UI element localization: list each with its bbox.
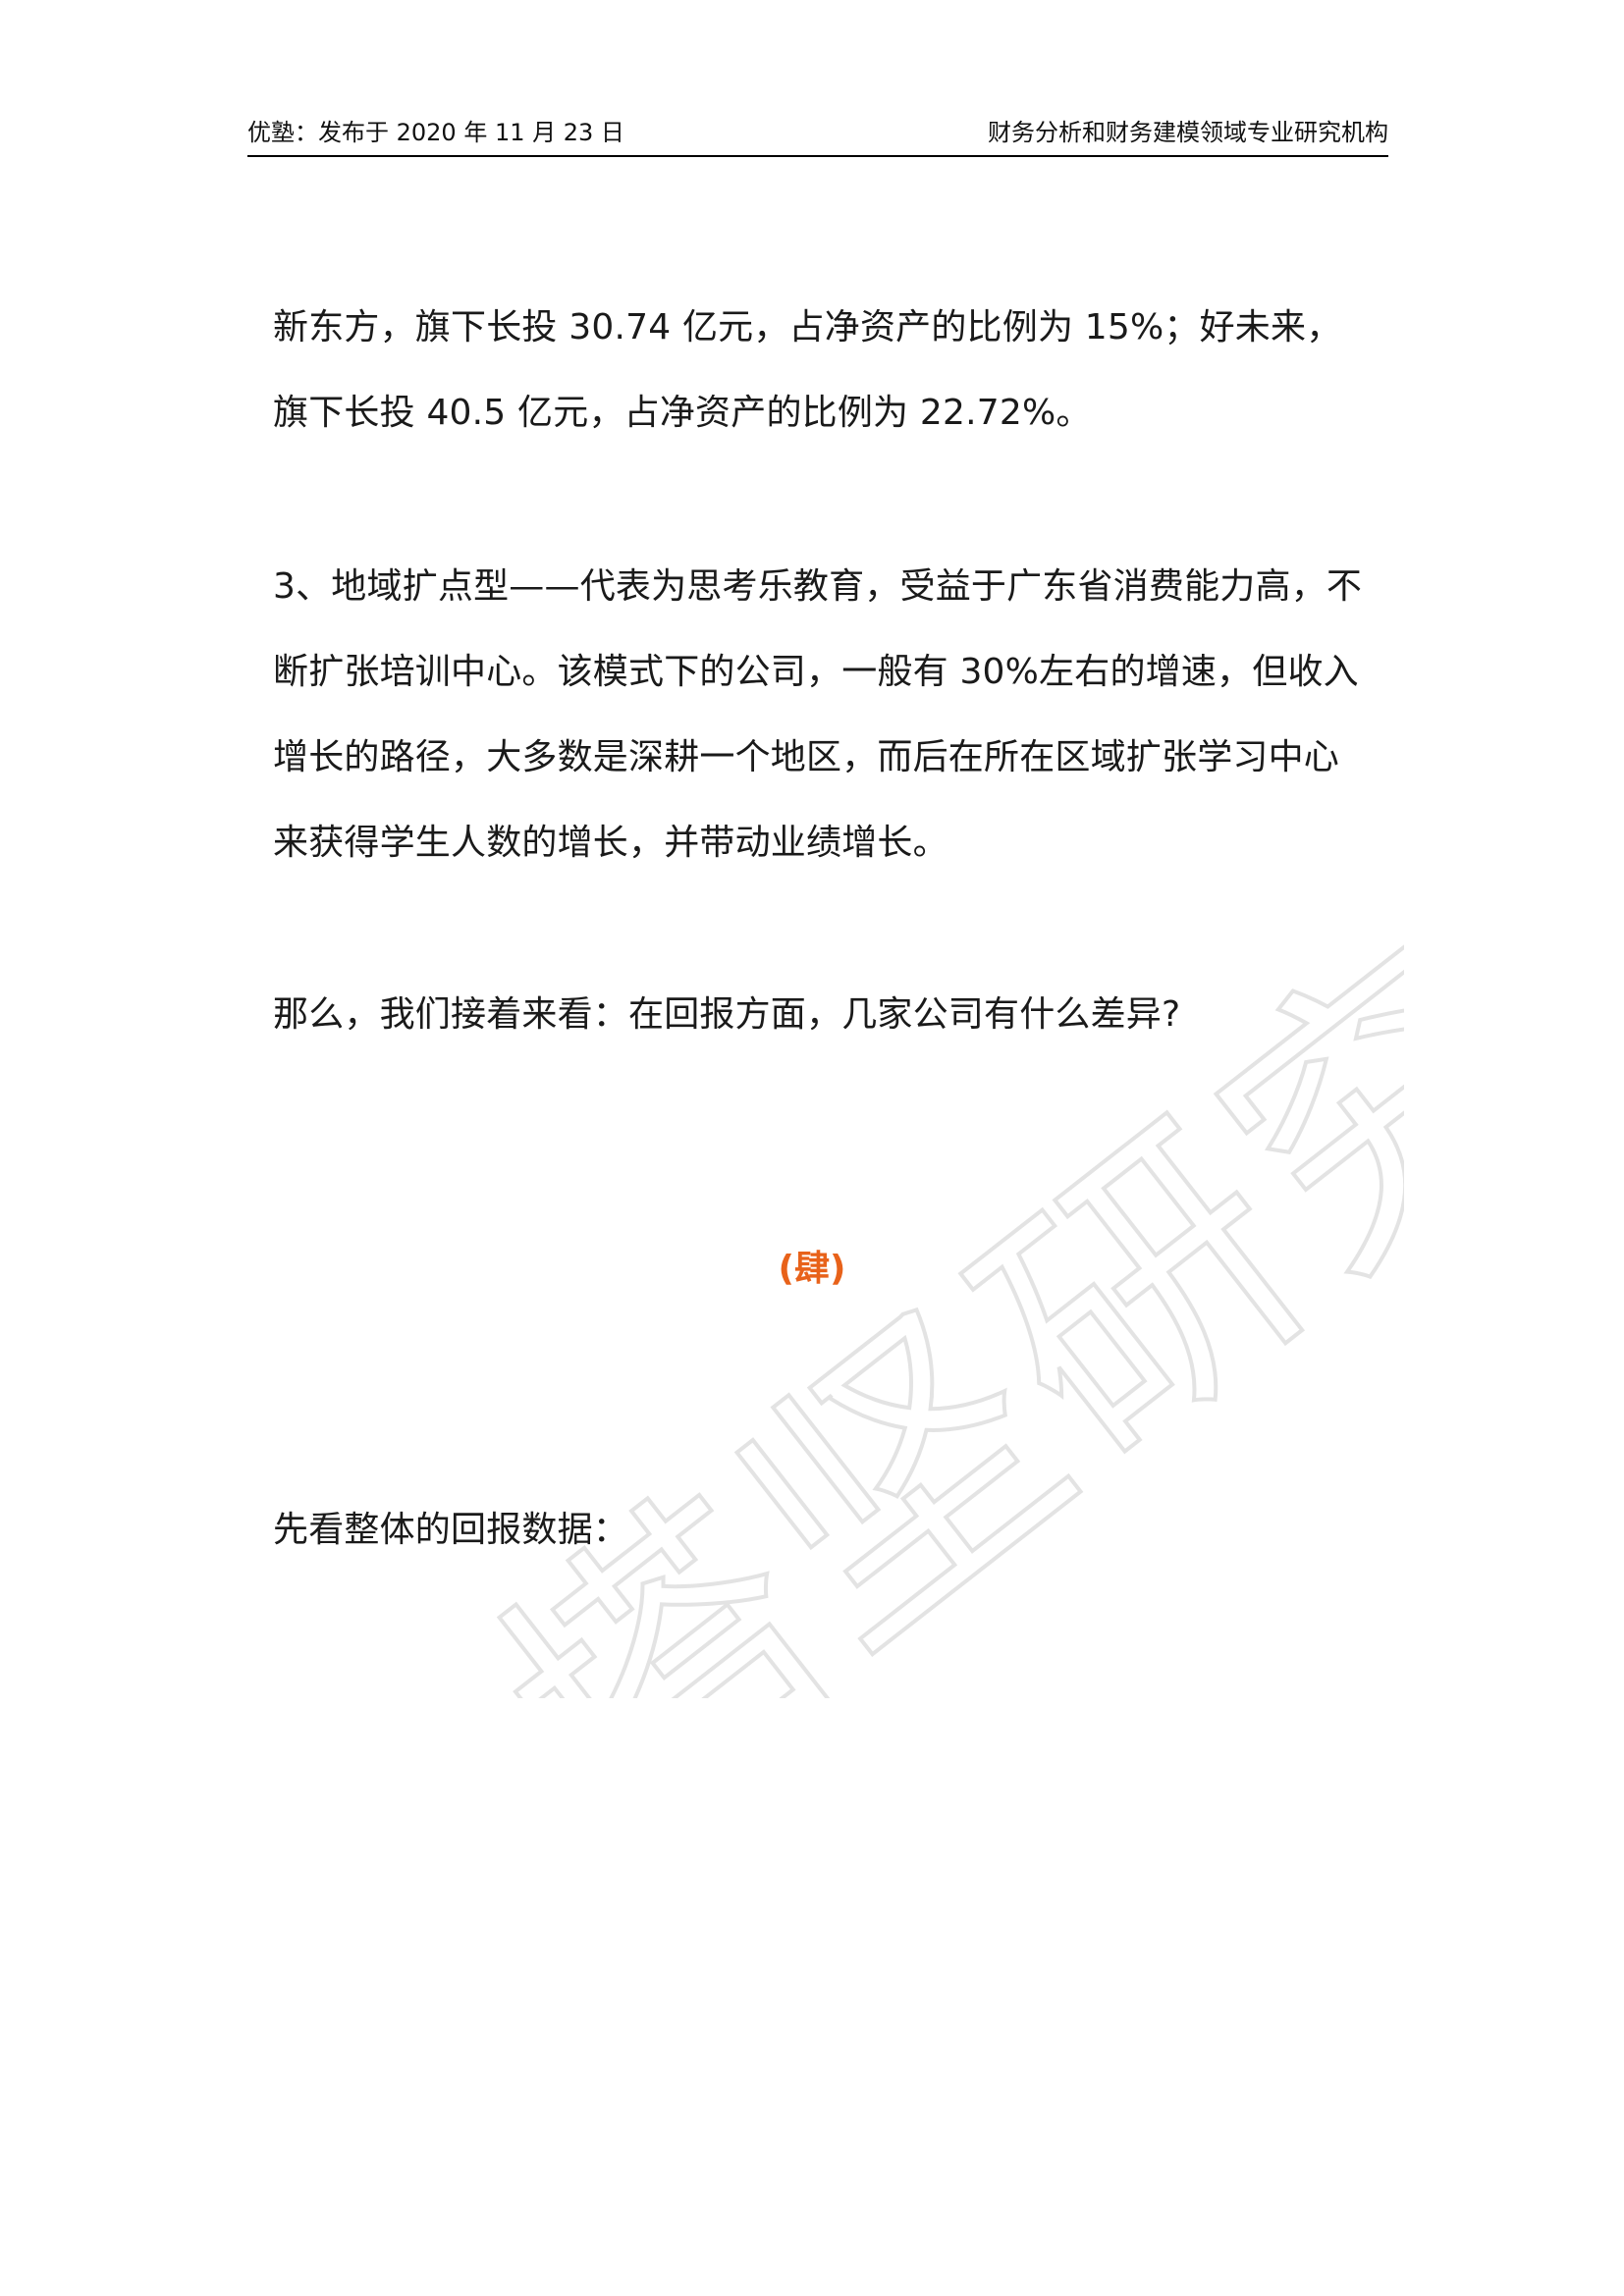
- section-number: (肆): [778, 1249, 846, 1289]
- header-publish-info: 优塾：发布于 2020 年 11 月 23 日: [247, 119, 624, 146]
- page-header: 优塾：发布于 2020 年 11 月 23 日 财务分析和财务建模领域专业研究机…: [247, 116, 1388, 157]
- header-org-tagline: 财务分析和财务建模领域专业研究机构: [988, 119, 1388, 146]
- document-page: 塔坚研究 优塾：发布于 2020 年 11 月 23 日 财务分析和财务建模领域…: [0, 0, 1624, 2296]
- paragraph-return-question: 那么，我们接着来看：在回报方面，几家公司有什么差异?: [273, 994, 1181, 1035]
- paragraph-overall-return: 先看整体的回报数据：: [273, 1510, 629, 1550]
- paragraph-regional-expansion: 3、地域扩点型——代表为思考乐教育，受益于广东省消费能力高，不断扩张培训中心。该…: [273, 566, 1363, 863]
- paragraph-long-term-investment: 新东方，旗下长投 30.74 亿元，占净资产的比例为 15%；好未来，旗下长投 …: [273, 307, 1342, 433]
